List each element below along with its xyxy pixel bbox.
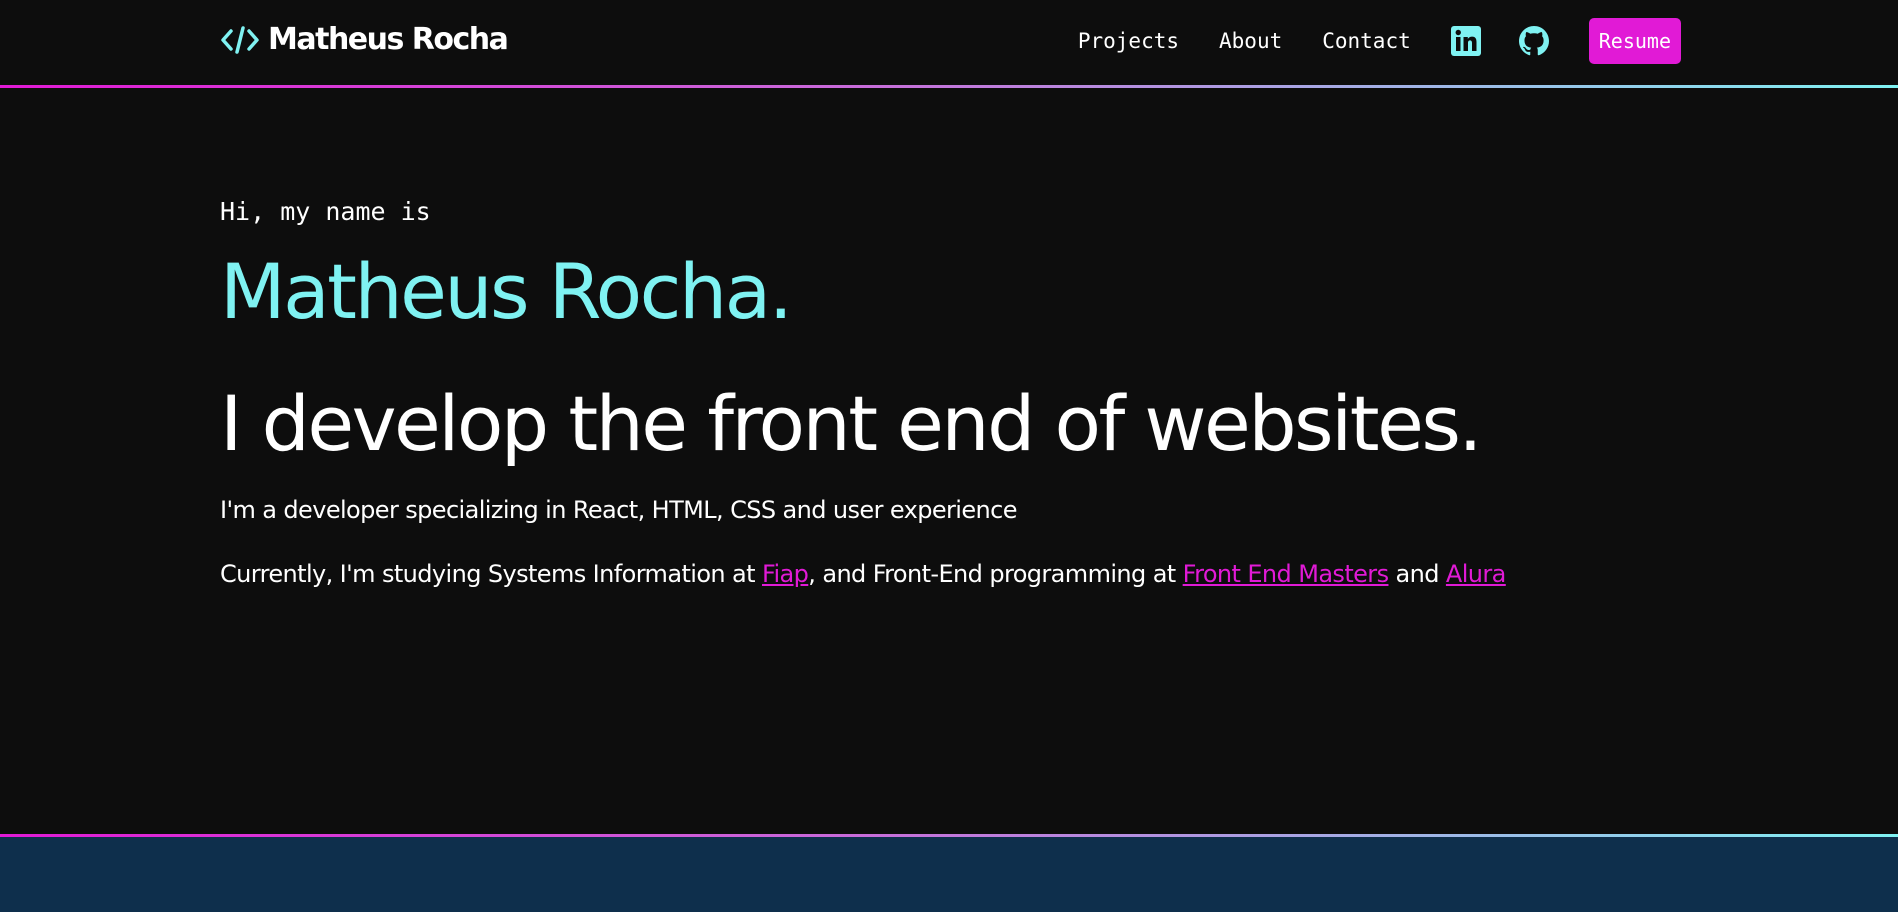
front-end-masters-link[interactable]: Front End Masters xyxy=(1183,560,1389,588)
logo-text: Matheus Rocha xyxy=(268,22,509,57)
code-brackets-icon xyxy=(220,25,260,55)
study-joiner: and xyxy=(1388,560,1446,588)
hero-name: Matheus Rocha. xyxy=(220,247,793,336)
nav-about[interactable]: About xyxy=(1219,29,1282,53)
logo-link[interactable]: Matheus Rocha xyxy=(220,22,509,57)
study-prefix: Currently, I'm studying Systems Informat… xyxy=(220,560,762,588)
hero-section: Hi, my name is Matheus Rocha. I develop … xyxy=(220,195,1680,591)
study-middle: , and Front-End programming at xyxy=(808,560,1183,588)
fiap-link[interactable]: Fiap xyxy=(762,560,809,588)
nav-projects[interactable]: Projects xyxy=(1078,29,1179,53)
alura-link[interactable]: Alura xyxy=(1446,560,1506,588)
hero-tagline: I develop the front end of websites. xyxy=(220,379,1483,468)
page: Matheus Rocha Projects About Contact Res… xyxy=(0,0,1898,912)
greeting-text: Hi, my name is xyxy=(220,197,431,226)
nav-contact[interactable]: Contact xyxy=(1322,29,1411,53)
site-header: Matheus Rocha Projects About Contact Res… xyxy=(0,0,1898,85)
main-nav: Projects About Contact Resume xyxy=(1078,18,1681,64)
study-paragraph: Currently, I'm studying Systems Informat… xyxy=(220,557,1680,591)
github-icon[interactable] xyxy=(1518,26,1549,56)
hero-description: I'm a developer specializing in React, H… xyxy=(220,496,1018,524)
next-section-band xyxy=(0,837,1898,912)
header-divider xyxy=(0,85,1898,88)
resume-button[interactable]: Resume xyxy=(1588,18,1681,64)
linkedin-icon[interactable] xyxy=(1450,26,1481,56)
